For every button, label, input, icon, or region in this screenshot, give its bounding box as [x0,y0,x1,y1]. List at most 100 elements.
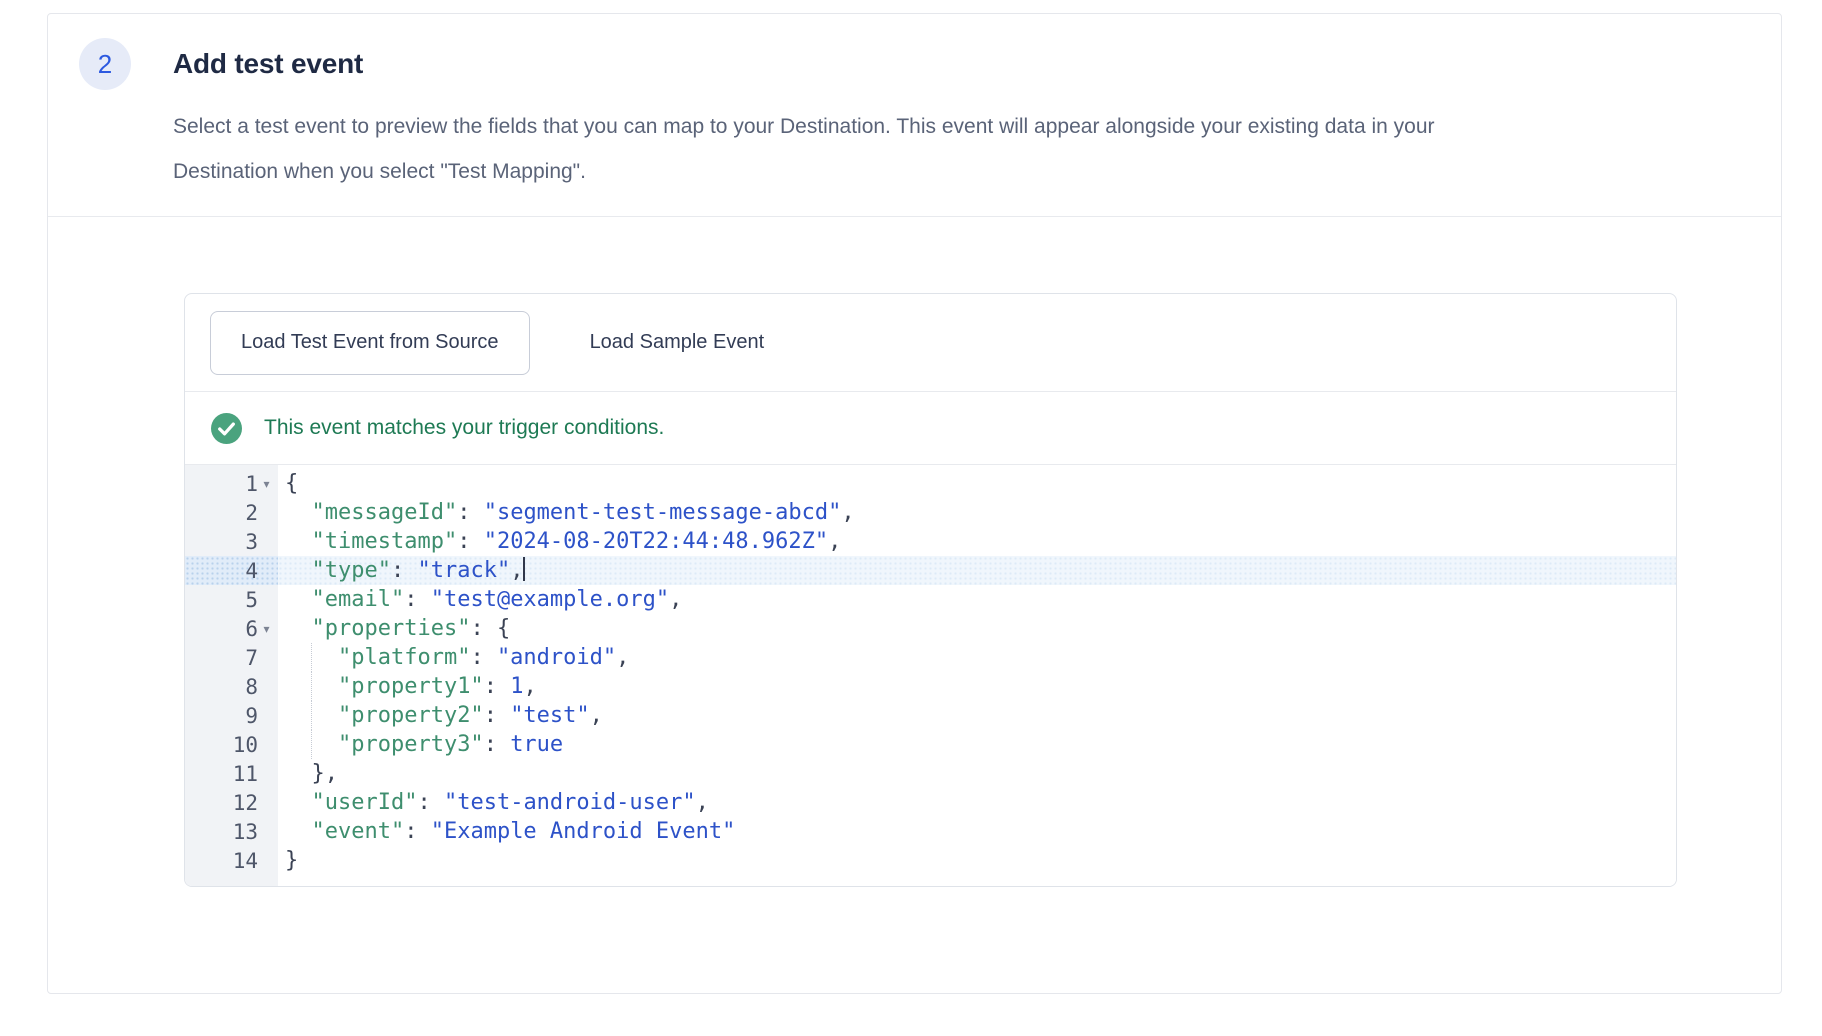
code-token-p: , [616,645,629,670]
status-message: This event matches your trigger conditio… [264,416,664,440]
code-token-p [285,790,312,815]
indent-guide [311,672,312,701]
code-line[interactable]: "messageId": "segment-test-message-abcd"… [278,498,1676,527]
step-number: 2 [98,49,112,80]
code-token-k: "email" [312,587,405,612]
code-token-k: "property2" [338,703,484,728]
code-token-k: "properties" [312,616,471,641]
header-divider [48,216,1781,217]
code-token-p: : [470,645,497,670]
code-line[interactable]: }, [278,759,1676,788]
code-token-k: "type" [312,558,391,583]
code-token-p [285,558,312,583]
code-token-k: "property3" [338,732,484,757]
trigger-match-status: This event matches your trigger conditio… [185,392,1676,464]
line-number: 7 [185,643,278,672]
code-token-p: : [484,703,511,728]
code-token-p: }, [285,761,338,786]
code-line[interactable]: "timestamp": "2024-08-20T22:44:48.962Z", [278,527,1676,556]
fold-toggle-icon[interactable]: ▾ [258,477,275,491]
code-token-p [285,616,312,641]
step-description-line1: Select a test event to preview the field… [173,104,1768,149]
code-token-p: , [841,500,854,525]
code-token-p: : [404,819,431,844]
code-line[interactable]: "property2": "test", [278,701,1676,730]
json-code-editor[interactable]: 1▾23456▾7891011121314 { "messageId": "se… [185,465,1676,886]
indent-guide [311,701,312,730]
code-token-s: "segment-test-message-abcd" [484,500,842,525]
code-line[interactable]: "properties": { [278,614,1676,643]
code-line[interactable]: } [278,846,1676,875]
code-token-p [285,819,312,844]
line-number: 6▾ [185,614,278,643]
line-number: 10 [185,730,278,759]
code-line[interactable]: "type": "track", [278,556,1676,585]
line-number: 13 [185,817,278,846]
editor-code-area[interactable]: { "messageId": "segment-test-message-abc… [278,465,1676,886]
editor-gutter: 1▾23456▾7891011121314 [185,465,278,886]
code-line[interactable]: "property1": 1, [278,672,1676,701]
code-line[interactable]: "email": "test@example.org", [278,585,1676,614]
step-description-line2: Destination when you select "Test Mappin… [173,149,1768,194]
line-number: 2 [185,498,278,527]
code-token-p: : { [470,616,510,641]
code-token-p: : [417,790,444,815]
indent-guide [311,730,312,759]
code-line[interactable]: "platform": "android", [278,643,1676,672]
code-token-p: , [510,558,523,583]
code-token-p: : [457,529,484,554]
code-token-p [285,529,312,554]
code-token-s: "Example Android Event" [431,819,736,844]
line-number: 14 [185,846,278,875]
code-token-p: } [285,848,298,873]
code-token-p: , [696,790,709,815]
code-line[interactable]: "event": "Example Android Event" [278,817,1676,846]
code-token-p: { [285,471,298,496]
code-token-p: , [523,674,536,699]
code-line[interactable]: "property3": true [278,730,1676,759]
code-token-p: : [484,674,511,699]
code-token-k: "event" [312,819,405,844]
load-sample-event-button[interactable]: Load Sample Event [578,311,777,375]
check-circle-icon [211,413,242,444]
test-event-panel: Load Test Event from Source Load Sample … [184,293,1677,887]
code-token-k: "messageId" [312,500,458,525]
line-number: 1▾ [185,469,278,498]
step-description: Select a test event to preview the field… [173,104,1768,194]
line-number: 11 [185,759,278,788]
fold-toggle-icon[interactable]: ▾ [258,622,275,636]
line-number: 8 [185,672,278,701]
indent-guide [311,643,312,672]
code-token-p [285,500,312,525]
code-token-k: "platform" [338,645,470,670]
page-title: Add test event [173,48,363,80]
code-token-s: "track" [417,558,510,583]
code-token-k: "userId" [312,790,418,815]
code-token-p: : [484,732,511,757]
code-token-p: : [404,587,431,612]
code-token-k: "property1" [338,674,484,699]
code-token-p [285,587,312,612]
code-token-s: "test" [510,703,589,728]
code-token-s: "test@example.org" [431,587,669,612]
code-token-s: "2024-08-20T22:44:48.962Z" [484,529,828,554]
text-cursor [523,557,525,581]
code-token-p: : [457,500,484,525]
step-number-badge: 2 [79,38,131,90]
code-token-n: 1 [510,674,523,699]
code-token-p: , [590,703,603,728]
code-line[interactable]: { [278,469,1676,498]
code-token-p: , [828,529,841,554]
line-number: 12 [185,788,278,817]
event-source-toolbar: Load Test Event from Source Load Sample … [185,294,1676,391]
add-test-event-card: 2 Add test event Select a test event to … [47,13,1782,994]
code-token-s: "android" [497,645,616,670]
code-token-k: "timestamp" [312,529,458,554]
code-token-b: true [510,732,563,757]
code-token-s: "test-android-user" [444,790,696,815]
line-number: 3 [185,527,278,556]
code-token-p: , [669,587,682,612]
line-number: 4 [185,556,278,585]
load-test-event-button[interactable]: Load Test Event from Source [210,311,530,375]
code-line[interactable]: "userId": "test-android-user", [278,788,1676,817]
